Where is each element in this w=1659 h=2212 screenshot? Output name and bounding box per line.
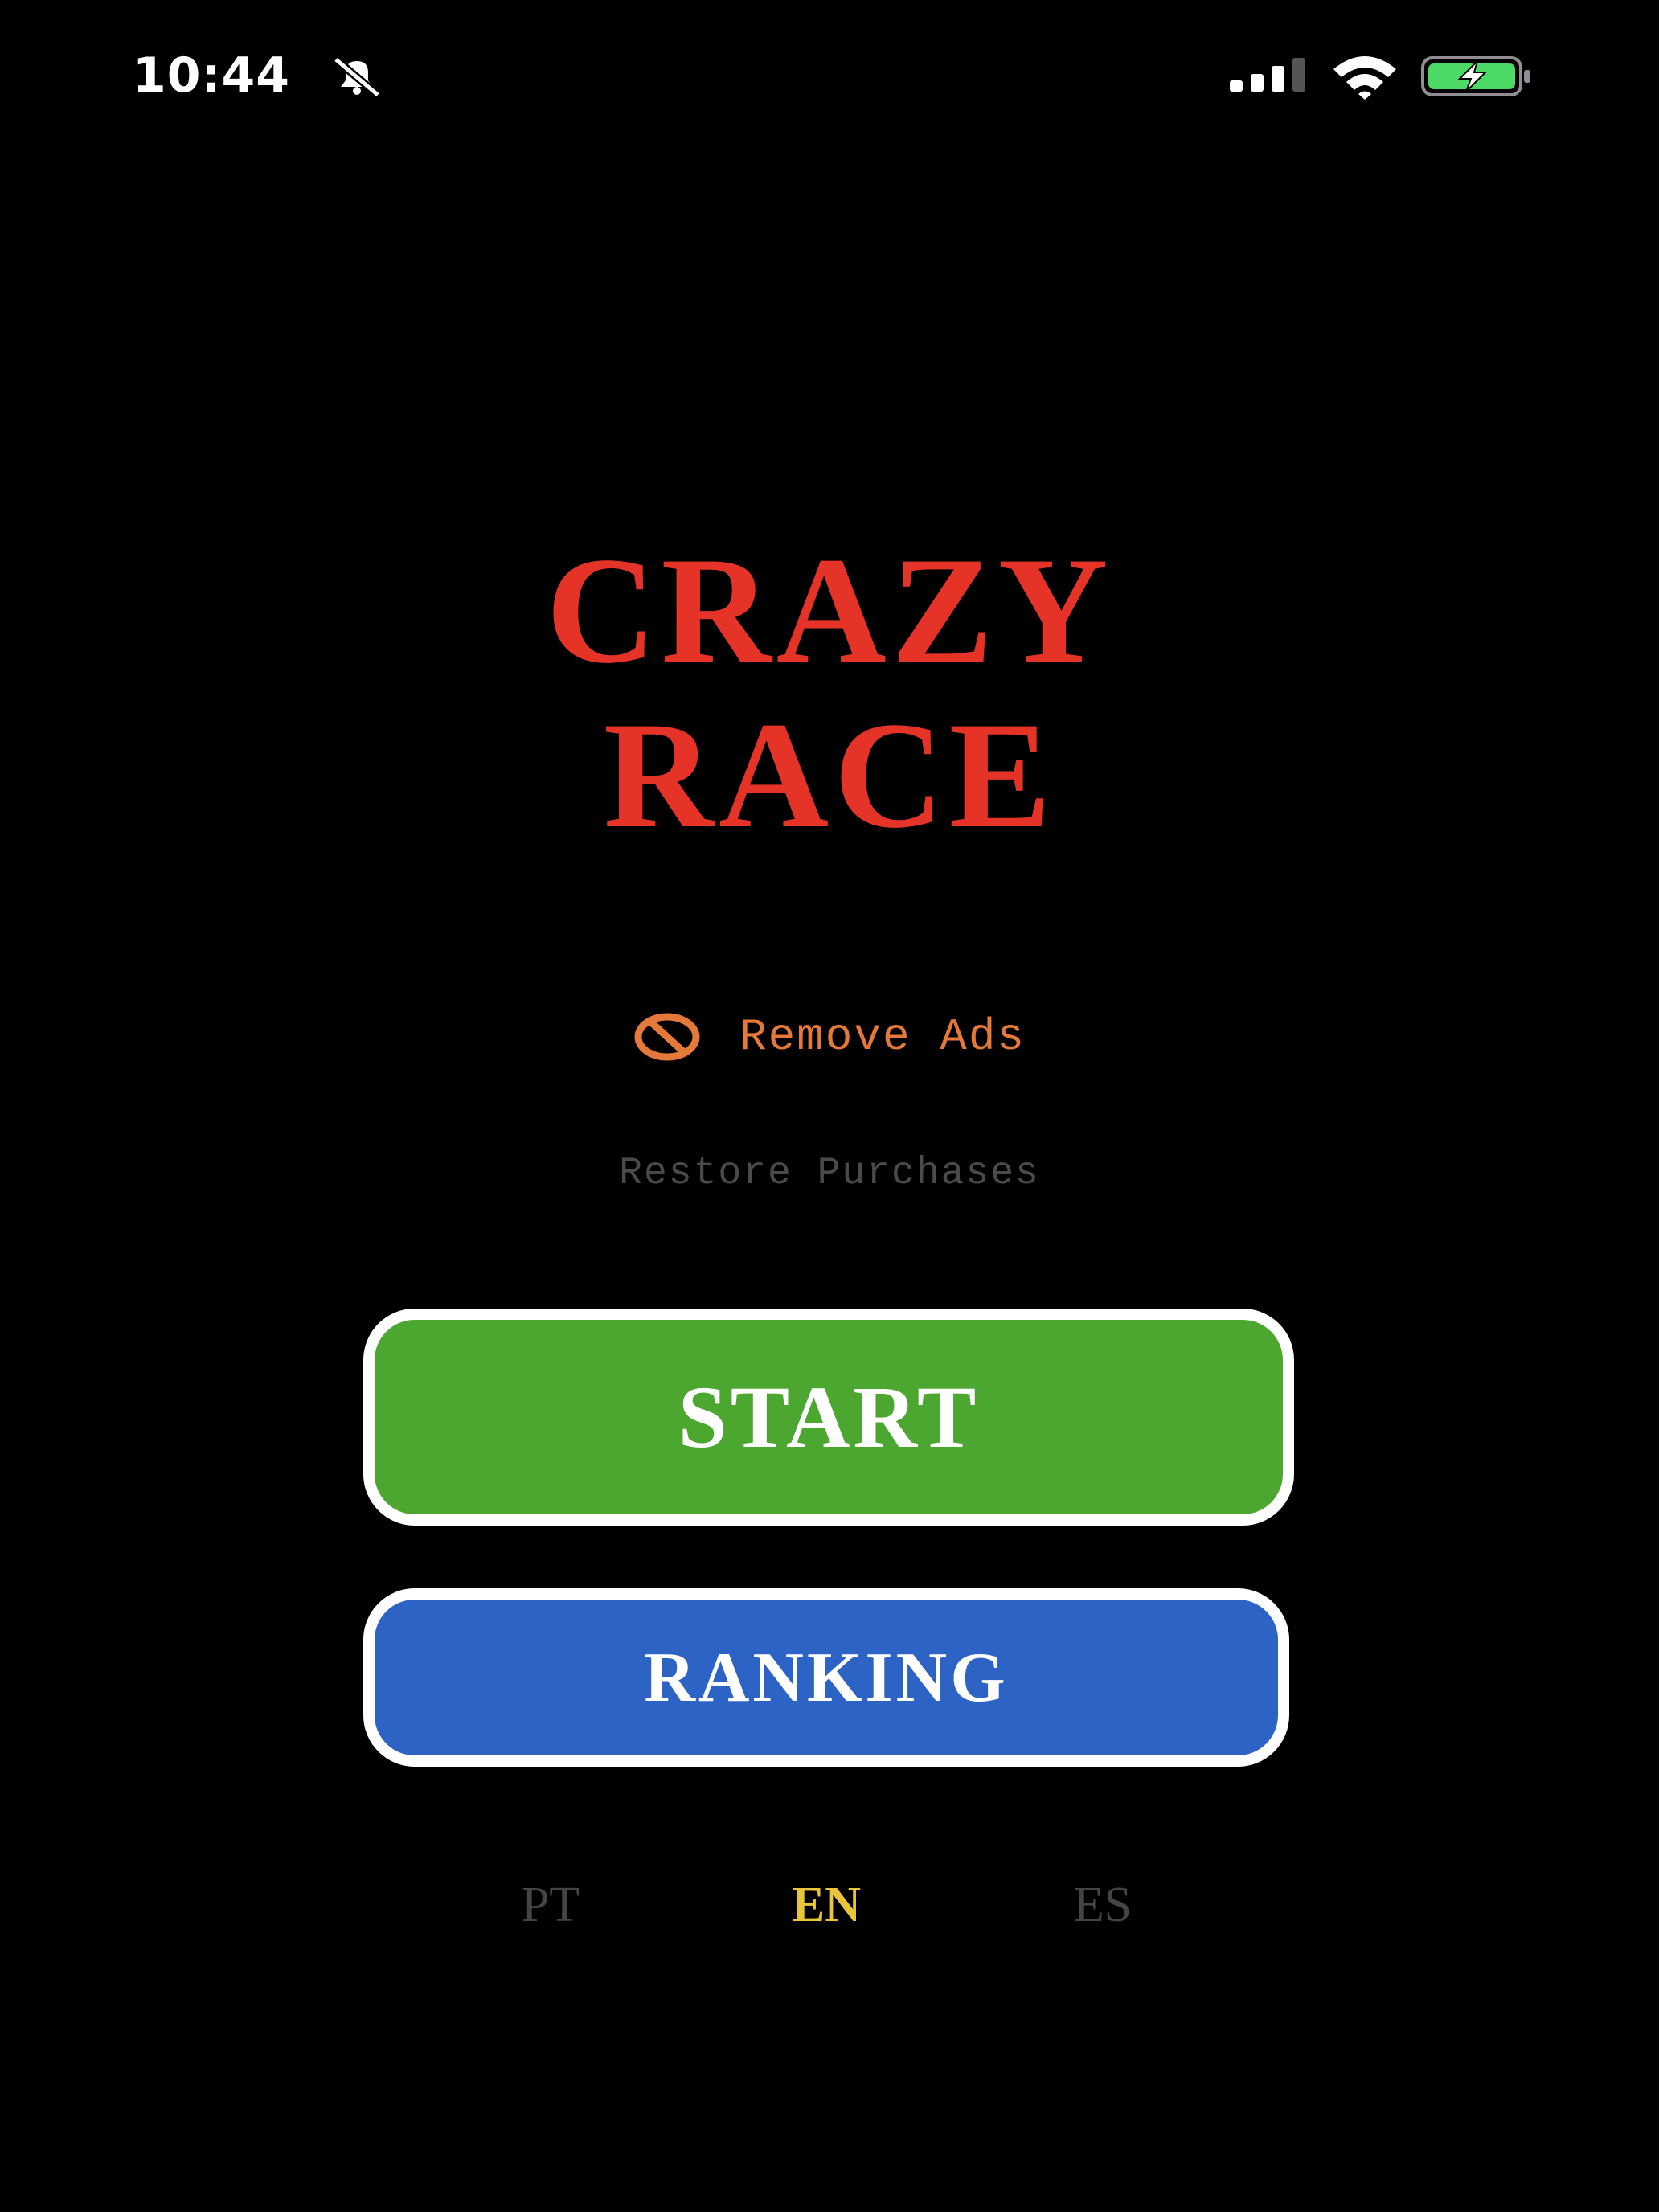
language-option-es[interactable]: ES	[1022, 1873, 1183, 1937]
language-option-en[interactable]: EN	[746, 1873, 907, 1937]
start-button[interactable]: START	[363, 1309, 1294, 1526]
game-title-line-2: RACE	[603, 691, 1056, 860]
cellular-signal-icon	[1230, 58, 1305, 92]
remove-ads-button[interactable]: Remove Ads	[0, 1003, 1659, 1071]
restore-purchases-link[interactable]: Restore Purchases	[0, 1148, 1659, 1199]
status-bar: 10:44	[0, 0, 1659, 153]
game-title-line-1: CRAZY	[546, 526, 1113, 695]
status-time: 10:44	[133, 47, 290, 104]
wifi-icon	[1333, 56, 1396, 100]
no-entry-icon	[634, 1013, 700, 1061]
battery-charging-icon	[1421, 56, 1530, 96]
ranking-button[interactable]: RANKING	[363, 1588, 1289, 1767]
bell-slash-icon	[333, 56, 381, 96]
language-option-pt[interactable]: PT	[470, 1873, 631, 1937]
ranking-button-label: RANKING	[644, 1638, 1009, 1717]
start-button-label: START	[678, 1367, 980, 1466]
remove-ads-label: Remove Ads	[739, 1011, 1026, 1063]
